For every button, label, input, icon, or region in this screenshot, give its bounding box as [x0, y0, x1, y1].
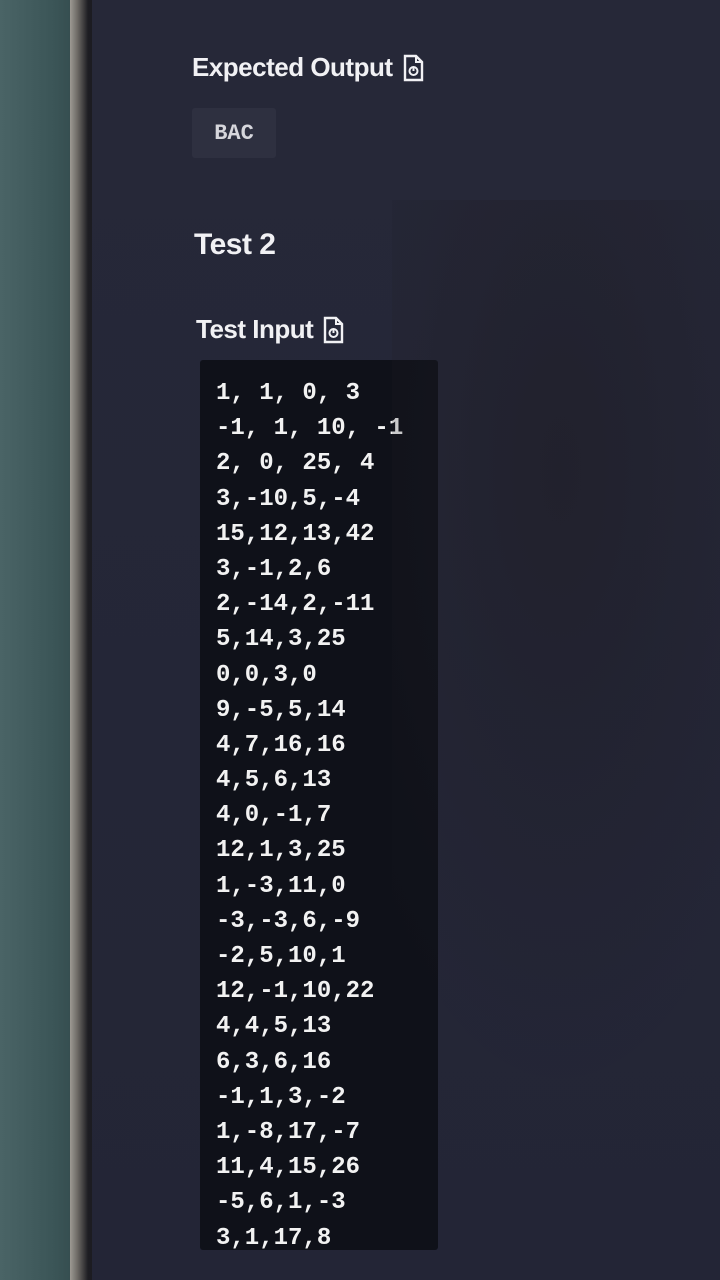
input-line: 2, 0, 25, 4 [216, 450, 375, 478]
expected-output-value: BAC [214, 120, 254, 146]
input-line: 3,-1,2,6 [216, 555, 332, 583]
page-content: Expected Output BAC Test 2 Test Input 1,… [92, 0, 720, 1280]
input-line: 6,3,6,16 [216, 1048, 332, 1076]
copy-file-icon[interactable] [321, 316, 345, 344]
input-line: -5,6,1,-3 [216, 1189, 346, 1217]
input-line: 12,1,3,25 [216, 837, 346, 865]
input-line: -2,5,10,1 [216, 943, 346, 970]
expected-output-title: Expected Output [192, 52, 393, 82]
input-line: 3,-10,5,-4 [216, 485, 361, 513]
input-line: 1, 1, 0, 3 [216, 380, 361, 407]
input-line: 4,7,16,16 [216, 731, 346, 759]
input-line: -3,-3,6,-9 [216, 907, 361, 935]
copy-file-icon[interactable] [401, 54, 425, 82]
input-line: 3,1,17,8 [216, 1224, 332, 1251]
input-line: 4,0,-1,7 [216, 802, 332, 830]
screen: Expected Output BAC Test 2 Test Input 1,… [92, 0, 720, 1280]
input-line: 0,0,3,0 [216, 661, 317, 689]
input-line: 15,12,13,42 [216, 520, 375, 548]
input-line: 12,-1,10,22 [216, 978, 375, 1006]
input-line: 4,4,5,13 [216, 1013, 332, 1041]
input-line: -1,1,3,-2 [216, 1083, 346, 1111]
input-line: 4,5,6,13 [216, 767, 332, 795]
test-title: Test 2 [194, 228, 276, 261]
input-line: 2,-14,2,-11 [216, 591, 375, 619]
input-line: 11,4,15,26 [216, 1154, 361, 1182]
test-input-title: Test Input [196, 314, 314, 344]
input-line: 5,14,3,25 [216, 626, 346, 654]
input-line: 9,-5,5,14 [216, 696, 346, 724]
test-input-heading: Test Input [196, 314, 345, 345]
input-line: 1,-3,11,0 [216, 872, 346, 900]
expected-output-heading: Expected Output [192, 52, 425, 83]
test-input-lines: 1, 1, 0, 3 -1, 1, 10, -1 2, 0, 25, 4 3,-10,… [216, 376, 403, 1250]
test-input-box[interactable]: 1, 1, 0, 3 -1, 1, 10, -1 2, 0, 25, 4 3,-10,… [200, 360, 438, 1250]
input-line: -1, 1, 10, -1 [216, 415, 404, 443]
expected-output-box: BAC [192, 108, 276, 158]
screen-reflection [392, 200, 720, 1100]
input-line: 1,-8,17,-7 [216, 1118, 361, 1146]
